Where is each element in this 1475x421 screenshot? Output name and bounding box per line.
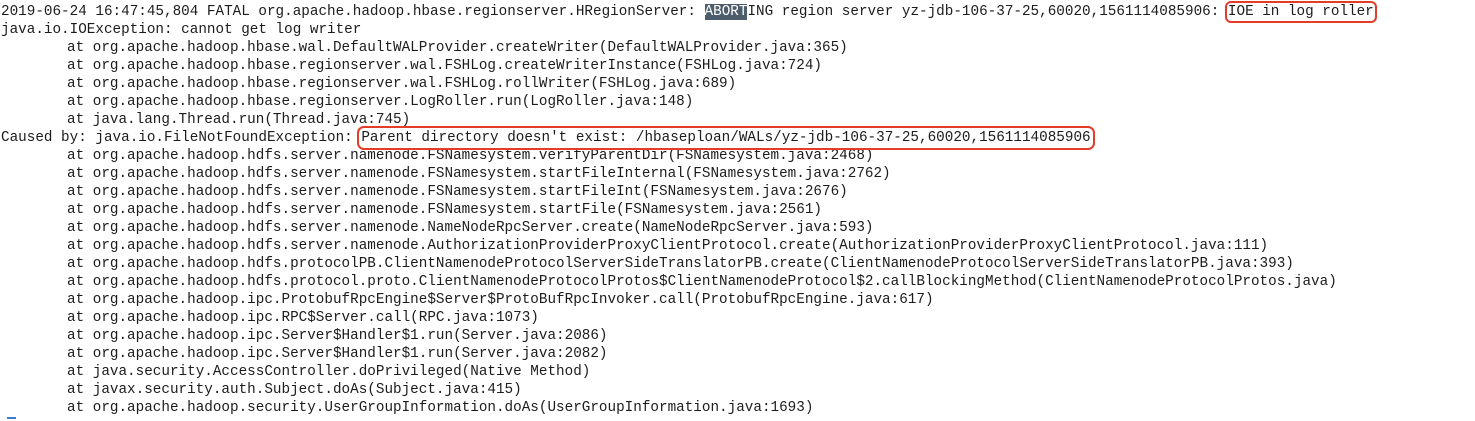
stack-frame: at org.apache.hadoop.hbase.regionserver.… [1, 75, 1374, 93]
stack-frame-text: at org.apache.hadoop.hbase.regionserver.… [67, 76, 737, 92]
stack-frame: at org.apache.hadoop.hdfs.server.namenod… [1, 201, 1374, 219]
stack-frame-text: at org.apache.hadoop.hdfs.server.namenod… [67, 148, 874, 164]
stack-frame-text: at org.apache.hadoop.hdfs.server.namenod… [67, 238, 1269, 254]
stack-frame-text: at javax.security.auth.Subject.doAs(Subj… [67, 382, 522, 398]
log-line-caused-by: Caused by: java.io.FileNotFoundException… [1, 126, 1374, 150]
stack-frame: at org.apache.hadoop.hbase.regionserver.… [1, 93, 1374, 111]
log-line-header: 2019-06-24 16:47:45,804 FATAL org.apache… [1, 1, 1377, 23]
stack-frame: at javax.security.auth.Subject.doAs(Subj… [1, 381, 1374, 399]
highlight-box-ioe: IOE in log roller [1224, 1, 1377, 23]
stack-frame: at org.apache.hadoop.ipc.Server$Handler$… [1, 327, 1374, 345]
stack-frame-text: at java.lang.Thread.run(Thread.java:745) [67, 112, 411, 128]
stack-frame-text: at org.apache.hadoop.ipc.ProtobufRpcEngi… [67, 292, 934, 308]
log-text: 2019-06-24 16:47:45,804 FATAL org.apache… [1, 1, 1377, 417]
stack-frame-text: at org.apache.hadoop.hbase.regionserver.… [67, 58, 822, 74]
highlight-box-parent-dir: Parent directory doesn't exist: /hbasepl… [357, 126, 1095, 150]
stack-frame: at org.apache.hadoop.hbase.wal.DefaultWA… [1, 39, 1374, 57]
stack-frame: at org.apache.hadoop.hdfs.protocol.proto… [1, 273, 1374, 291]
stack-frame-text: at org.apache.hadoop.hdfs.server.namenod… [67, 202, 822, 218]
stack-frame-text: at org.apache.hadoop.hdfs.server.namenod… [67, 220, 874, 236]
stack-frame-text: at org.apache.hadoop.hbase.wal.DefaultWA… [67, 40, 848, 56]
stack-frame: at org.apache.hadoop.hdfs.server.namenod… [1, 147, 1374, 165]
stack-frame: at org.apache.hadoop.ipc.RPC$Server.call… [1, 309, 1374, 327]
stack-frame-text: at java.security.AccessController.doPriv… [67, 364, 591, 380]
stack-frame: at org.apache.hadoop.hbase.regionserver.… [1, 57, 1374, 75]
stack-frame-text: at org.apache.hadoop.security.UserGroupI… [67, 400, 814, 416]
stack-frame: at org.apache.hadoop.hdfs.server.namenod… [1, 237, 1374, 255]
stack-frame: at org.apache.hadoop.hdfs.server.namenod… [1, 219, 1374, 237]
stack-frame-text: at org.apache.hadoop.hdfs.server.namenod… [67, 184, 848, 200]
stack-frame-text: at org.apache.hadoop.ipc.Server$Handler$… [67, 328, 608, 344]
stack-frame: at org.apache.hadoop.ipc.ProtobufRpcEngi… [1, 291, 1374, 309]
stack-frame-text: at org.apache.hadoop.hbase.regionserver.… [67, 94, 694, 110]
log-line-exception: java.io.IOException: cannot get log writ… [1, 21, 1374, 39]
stack-frame: at org.apache.hadoop.hdfs.server.namenod… [1, 183, 1374, 201]
terminal-output[interactable]: 2019-06-24 16:47:45,804 FATAL org.apache… [0, 0, 1475, 421]
caused-by-prefix: Caused by: java.io.FileNotFoundException… [1, 130, 362, 146]
stack-frame-text: at org.apache.hadoop.hdfs.server.namenod… [67, 166, 891, 182]
stack-frame-text: at org.apache.hadoop.hdfs.protocol.proto… [67, 274, 1337, 290]
stack-frame-text: at org.apache.hadoop.ipc.Server$Handler$… [67, 346, 608, 362]
stack-frame-text: at org.apache.hadoop.hdfs.protocolPB.Cli… [67, 256, 1294, 272]
text-cursor [7, 417, 16, 419]
log-header-prefix: 2019-06-24 16:47:45,804 FATAL org.apache… [1, 4, 705, 20]
stack-frame: at org.apache.hadoop.security.UserGroupI… [1, 399, 1374, 417]
stack-frame: at org.apache.hadoop.hdfs.server.namenod… [1, 165, 1374, 183]
stack-frame-text: at org.apache.hadoop.ipc.RPC$Server.call… [67, 310, 539, 326]
stack-frame: at org.apache.hadoop.ipc.Server$Handler$… [1, 345, 1374, 363]
log-header-middle: ING region server yz-jdb-106-37-25,60020… [747, 4, 1228, 20]
stack-frame: at org.apache.hadoop.hdfs.protocolPB.Cli… [1, 255, 1374, 273]
selected-text: ABORT [704, 4, 748, 20]
stack-frame: at java.lang.Thread.run(Thread.java:745) [1, 111, 1374, 129]
stack-frame: at java.security.AccessController.doPriv… [1, 363, 1374, 381]
exception-text: java.io.IOException: cannot get log writ… [1, 22, 362, 38]
